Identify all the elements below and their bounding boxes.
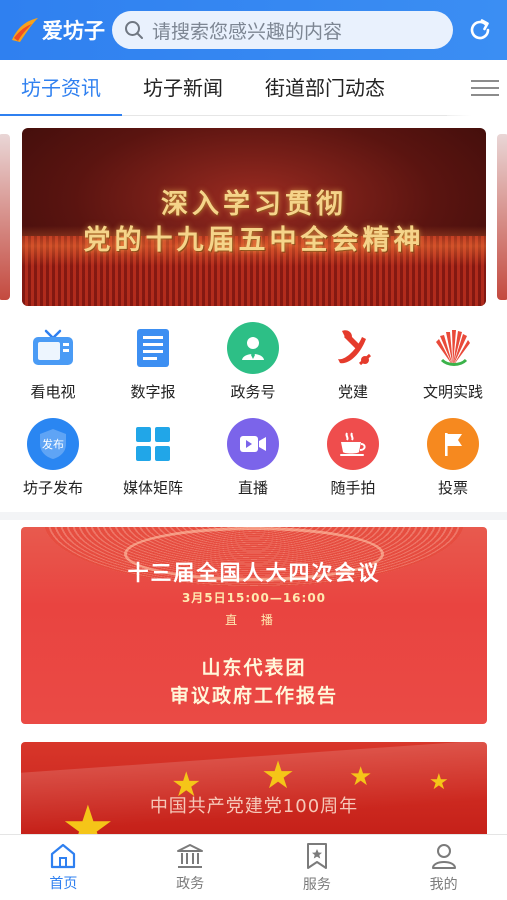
- home-icon: [51, 843, 76, 869]
- news-card-npc[interactable]: 十三届全国人大四次会议 3月5日15:00—16:00 直 播 山东代表团 审议…: [21, 527, 487, 724]
- nav-label: 首页: [49, 876, 78, 892]
- brand-logo[interactable]: 爱坊子: [10, 15, 110, 45]
- carousel-prev-peek[interactable]: [0, 134, 10, 300]
- service-digital-paper[interactable]: 数字报: [103, 322, 203, 402]
- tab-street-dept[interactable]: 街道部门动态: [244, 60, 406, 116]
- service-label: 随手拍: [330, 479, 376, 497]
- nav-government[interactable]: 政务: [127, 835, 254, 900]
- card-subtitle: 山东代表团: [201, 657, 307, 679]
- search-input[interactable]: 请搜索您感兴趣的内容: [112, 11, 453, 49]
- government-building-icon: [177, 844, 204, 868]
- civilization-icon: [427, 322, 479, 374]
- star-icon: ★: [349, 762, 373, 792]
- nav-label: 服务: [302, 877, 331, 893]
- service-vote[interactable]: 投票: [403, 418, 503, 498]
- service-label: 投票: [437, 479, 468, 497]
- official-account-icon: [227, 322, 279, 374]
- news-card-party-centenary[interactable]: ★ ★ ★ ★ ★ 中国共产党建党100周年: [21, 742, 487, 834]
- search-placeholder: 请搜索您感兴趣的内容: [152, 20, 343, 43]
- card-title: 中国共产党建党100周年: [149, 796, 359, 817]
- banner-slide[interactable]: 深入学习贯彻 党的十九届五中全会精神: [22, 128, 486, 306]
- logo-bird-icon: [10, 16, 40, 44]
- service-media-matrix[interactable]: 媒体矩阵: [103, 418, 203, 498]
- nav-label: 我的: [429, 877, 458, 893]
- app-header: 爱坊子 请搜索您感兴趣的内容: [0, 0, 507, 60]
- banner-line1: 深入学习贯彻: [161, 189, 347, 220]
- nav-label: 政务: [176, 876, 205, 892]
- service-live[interactable]: 直播: [203, 418, 303, 498]
- party-emblem-icon: [327, 322, 379, 374]
- menu-icon: [471, 75, 499, 101]
- tab-fangzi-news[interactable]: 坊子新闻: [122, 60, 244, 116]
- service-label: 党建: [337, 383, 368, 401]
- nav-mine[interactable]: 我的: [380, 835, 507, 900]
- search-icon: [125, 21, 143, 39]
- coffee-cup-icon: [327, 418, 379, 470]
- service-official-account[interactable]: 政务号: [203, 322, 303, 402]
- service-bookmark-icon: [306, 843, 327, 869]
- tv-icon: [27, 322, 79, 374]
- nav-service[interactable]: 服务: [254, 835, 381, 900]
- release-badge: 发布: [42, 437, 64, 451]
- refresh-icon: [470, 19, 490, 40]
- tab-fangzi-info[interactable]: 坊子资讯: [0, 60, 122, 116]
- service-label: 政务号: [230, 383, 276, 401]
- card-title: 十三届全国人大四次会议: [127, 561, 381, 585]
- release-shield-icon: 发布: [27, 418, 79, 470]
- flag-icon: [427, 418, 479, 470]
- card-subtitle: 审议政府工作报告: [169, 685, 338, 707]
- service-grid: 看电视 数字报 政务号 党建 文明实践 发布 坊子发布 媒体矩阵 直播 随手拍 …: [0, 316, 507, 512]
- service-label: 直播: [237, 479, 268, 497]
- star-icon: ★: [261, 753, 296, 797]
- service-label: 看电视: [30, 383, 76, 401]
- banner-line2: 党的十九届五中全会精神: [83, 225, 425, 256]
- tab-menu-button[interactable]: [447, 60, 507, 116]
- service-snapshot[interactable]: 随手拍: [303, 418, 403, 498]
- category-tabs: 坊子资讯 坊子新闻 街道部门动态: [0, 60, 507, 116]
- card-time: 3月5日15:00—16:00: [181, 591, 327, 605]
- news-feed: 十三届全国人大四次会议 3月5日15:00—16:00 直 播 山东代表团 审议…: [0, 520, 507, 834]
- service-label: 数字报: [130, 383, 176, 401]
- refresh-button[interactable]: [463, 13, 497, 47]
- service-fangzi-release[interactable]: 发布 坊子发布: [3, 418, 103, 498]
- service-label: 文明实践: [422, 383, 483, 401]
- service-party-building[interactable]: 党建: [303, 322, 403, 402]
- brand-name: 爱坊子: [42, 19, 105, 43]
- banner-carousel[interactable]: 深入学习贯彻 党的十九届五中全会精神: [0, 116, 507, 316]
- service-label: 媒体矩阵: [122, 479, 183, 497]
- newspaper-icon: [127, 322, 179, 374]
- card-live-label: 直 播: [225, 613, 283, 627]
- nav-home[interactable]: 首页: [0, 835, 127, 900]
- service-label: 坊子发布: [22, 479, 83, 497]
- service-watch-tv[interactable]: 看电视: [3, 322, 103, 402]
- matrix-grid-icon: [127, 418, 179, 470]
- video-live-icon: [227, 418, 279, 470]
- carousel-next-peek[interactable]: [497, 134, 507, 300]
- star-icon: ★: [429, 770, 449, 795]
- service-civilization[interactable]: 文明实践: [403, 322, 503, 402]
- bottom-navigation: 首页 政务 服务 我的: [0, 834, 507, 900]
- user-icon: [431, 844, 456, 869]
